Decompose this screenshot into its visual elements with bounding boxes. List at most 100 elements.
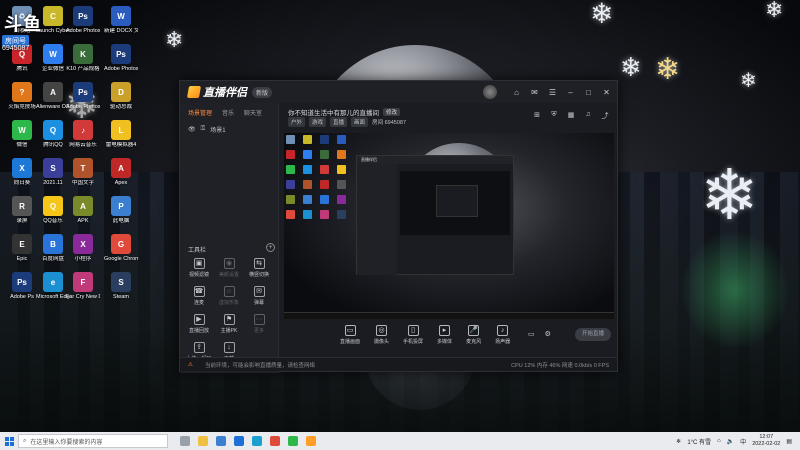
desktop-icon[interactable]: W 微信 (5, 120, 39, 149)
source-button[interactable]: ♪ 扬声器 (495, 325, 510, 345)
douyu-watermark-logo: 斗鱼 (4, 14, 42, 34)
app-version-badge[interactable]: 新版 (252, 86, 273, 98)
user-avatar[interactable] (483, 85, 497, 99)
desktop-icon[interactable]: ? 火焰竞技场 (5, 82, 39, 111)
desktop-icon[interactable]: Q QQ音乐 (36, 196, 70, 225)
tool-button[interactable]: ▶ 直播回放 (184, 314, 214, 334)
desktop-icon[interactable]: A Alienware OS Rec... (36, 82, 70, 111)
category-pill[interactable]: 画面 (351, 117, 369, 127)
desktop-icon[interactable]: E Epic (5, 234, 39, 263)
desktop-icon[interactable]: G Google Chrome (104, 234, 138, 263)
wechat-icon[interactable] (288, 436, 298, 446)
tab-music[interactable]: 音乐 (222, 108, 234, 117)
task-view-icon[interactable] (180, 436, 190, 446)
minimize-icon[interactable]: – (566, 88, 575, 97)
file-explorer-icon[interactable] (198, 436, 208, 446)
desktop-icon[interactable]: Q 腾讯QQ (36, 120, 70, 149)
clock[interactable]: 12:07 2022-02-02 (752, 434, 780, 448)
input-language[interactable]: 中 (740, 437, 746, 446)
desktop-icon[interactable]: B 百度网盘 (36, 234, 70, 263)
category-pill[interactable]: 直播 (330, 117, 348, 127)
tool-button[interactable]: ⇆ 横竖切换 (244, 258, 274, 278)
eye-icon[interactable]: 👁 (188, 126, 196, 133)
gift-icon[interactable]: ⌂ (512, 88, 521, 97)
source-button[interactable]: ▸ 多媒体 (437, 325, 452, 345)
desktop-icon[interactable]: P 此电脑 (104, 196, 138, 225)
tool-button[interactable]: ⋯ 更多 (244, 314, 274, 334)
desktop-icon[interactable]: D 驱动总裁 (104, 82, 138, 111)
desktop-icon[interactable]: A APK (66, 196, 100, 225)
settings-icon[interactable]: ⚙ (545, 330, 551, 338)
source-button[interactable]: ▯ 手机投屏 (403, 325, 423, 345)
preview-desktop-icon (337, 180, 346, 189)
desktop-icon[interactable]: K K10 产品规格 (66, 44, 100, 73)
tab-chat[interactable]: 聊天室 (244, 108, 262, 117)
weather-icon[interactable]: ❄ (676, 438, 681, 445)
mail-icon[interactable] (234, 436, 244, 446)
desktop-icon[interactable]: Ps Adobe Ps (5, 272, 39, 301)
record-icon[interactable]: ▭ (528, 330, 535, 338)
windows-taskbar: ⌕ 在这里输入你要搜索的内容 ❄ 1°C 有雪 ⌂ 🔈 中 12:07 2022… (0, 432, 800, 450)
edge-icon[interactable] (252, 436, 262, 446)
desktop-icon-label: 火焰竞技场 (8, 104, 36, 110)
category-pill[interactable]: 游戏 (309, 117, 327, 127)
share-icon[interactable]: ⤴ (601, 111, 609, 121)
tool-button[interactable]: ✉ 弹幕 (244, 286, 274, 306)
gift-box-icon[interactable]: ⊞ (533, 111, 541, 121)
bell-icon[interactable]: ♫ (584, 111, 592, 121)
streaming-app-icon[interactable] (306, 436, 316, 446)
desktop-icon[interactable]: Ps Adobe Photosh... (104, 44, 138, 73)
volume-icon[interactable]: 🔈 (727, 438, 734, 445)
tab-scene[interactable]: 场景管理 (188, 108, 212, 117)
desktop-icon-label: Adobe Photosh... (104, 66, 138, 72)
close-icon[interactable]: ✕ (602, 88, 611, 97)
start-button[interactable] (0, 432, 18, 450)
tool-button[interactable]: ▣ 视频滤镜 (184, 258, 214, 278)
scene-item[interactable]: 👁 ⚿ 场景1 (180, 122, 278, 137)
stream-title[interactable]: 你不知道生活中有那儿的直播间 (288, 107, 379, 117)
lock-icon[interactable]: ⚿ (201, 126, 206, 133)
desktop-icon[interactable]: W 企业微信 (36, 44, 70, 73)
network-icon[interactable]: ⌂ (717, 438, 721, 444)
tool-button[interactable]: ☎ 连麦 (184, 286, 214, 306)
notification-icon[interactable]: ▤ (786, 438, 792, 445)
desktop-icon[interactable]: X 小程序 (66, 234, 100, 263)
source-button[interactable]: ◎ 摄像头 (374, 325, 389, 345)
desktop-icon[interactable]: A Apex (104, 158, 138, 187)
store-icon[interactable] (216, 436, 226, 446)
tool-button[interactable]: ◉ 美颜设置 (214, 258, 244, 278)
stream-preview[interactable]: 直播伴侣 (284, 133, 614, 319)
edit-title-button[interactable]: 修改 (383, 108, 401, 116)
maximize-icon[interactable]: □ (584, 88, 593, 97)
desktop-icon[interactable]: S 2021.11 (36, 158, 70, 187)
desktop-icon[interactable]: Ps Adobe Photosh... (66, 6, 100, 35)
desktop-icon[interactable]: X 向日葵 (5, 158, 39, 187)
source-button[interactable]: ▭ 直播画面 (340, 325, 360, 345)
category-pill[interactable]: 户外 (288, 117, 306, 127)
tool-button[interactable]: ☺ 虚拟形象 (214, 286, 244, 306)
desktop-icon[interactable]: e Microsoft Edge (36, 272, 70, 301)
desktop-icon[interactable]: T 中国文字 (66, 158, 100, 187)
desktop-icon[interactable]: L 雷电模拟器4 (104, 120, 138, 149)
toolbox-add-icon[interactable]: + (266, 243, 275, 252)
app-icon: Ps (111, 44, 131, 64)
weather-text[interactable]: 1°C 有雪 (687, 437, 711, 446)
desktop-icon[interactable]: F Far Cry New Dawn (66, 272, 100, 301)
menu-icon[interactable]: ☰ (548, 88, 557, 97)
desktop-icon[interactable]: R 录屏 (5, 196, 39, 225)
message-icon[interactable]: ✉ (530, 88, 539, 97)
app-titlebar[interactable]: 直播伴侣 新版 ⌂ ✉ ☰ – □ ✕ (180, 81, 617, 103)
tool-icon: ☺ (223, 286, 235, 297)
start-live-button[interactable]: 开始直播 (575, 328, 611, 341)
taskbar-search[interactable]: ⌕ 在这里输入你要搜索的内容 (18, 434, 168, 448)
calendar-icon[interactable]: ▦ (567, 111, 575, 121)
shield-icon[interactable]: ⛨ (550, 111, 558, 121)
desktop-icon[interactable]: ♪ 网易云音乐 (66, 120, 100, 149)
desktop-icon[interactable]: S Steam (104, 272, 138, 301)
tool-button[interactable]: ⚑ 主播PK (214, 314, 244, 334)
chrome-icon[interactable] (270, 436, 280, 446)
tool-icon: ◉ (223, 258, 235, 269)
desktop-icon[interactable]: W 新建 DOCX 文档 (104, 6, 138, 35)
desktop-icon[interactable]: Ps Adobe Photosh... (66, 82, 100, 111)
source-button[interactable]: 🎤 麦克风 (466, 325, 481, 345)
